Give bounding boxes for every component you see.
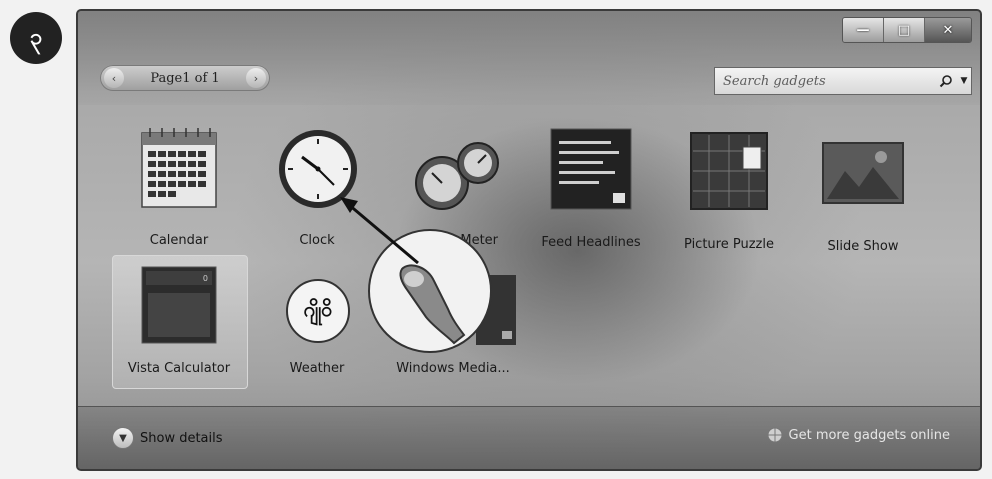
gadget-slide-show[interactable]: Slide Show xyxy=(798,123,928,254)
picture-puzzle-icon xyxy=(690,132,768,210)
get-more-gadgets-link[interactable]: Get more gadgets online xyxy=(767,427,950,443)
close-button[interactable]: ✕ xyxy=(925,18,971,42)
gadget-vista-calculator[interactable]: 0 Vista Calculator xyxy=(114,261,244,391)
show-details-label: Show details xyxy=(140,430,223,446)
get-more-gadgets-label: Get more gadgets online xyxy=(788,427,950,443)
globe-icon xyxy=(767,427,783,443)
gadget-label: Picture Puzzle xyxy=(684,237,774,252)
gadget-label: Vista Calculator xyxy=(127,361,231,376)
gadget-label: Weather xyxy=(289,361,345,376)
window-controls: — □ ✕ xyxy=(842,17,972,43)
gadget-calendar[interactable]: Calendar xyxy=(114,123,244,253)
gadget-label: Feed Headlines xyxy=(541,235,641,250)
vista-calculator-icon: 0 xyxy=(141,266,217,344)
gadget-feed-headlines[interactable]: Feed Headlines xyxy=(526,123,656,253)
search-box: ▼ xyxy=(714,67,972,95)
feed-headlines-icon xyxy=(550,128,632,210)
gadget-label: Calendar xyxy=(149,233,209,248)
minimize-button[interactable]: — xyxy=(843,18,884,42)
slide-show-icon xyxy=(822,142,904,204)
gadget-label: Windows Media... xyxy=(396,361,510,376)
weather-icon: ဂျိုဝိ xyxy=(286,279,350,343)
gadget-picture-puzzle[interactable]: Picture Puzzle xyxy=(664,123,794,253)
prev-page-button[interactable]: ‹ xyxy=(104,68,124,88)
show-details-button[interactable]: ▼ Show details xyxy=(112,427,223,449)
gadget-gallery-window: — □ ✕ ‹ Page1 of 1 › ▼ Calendar xyxy=(76,9,982,471)
gadget-clock[interactable]: Clock xyxy=(252,123,382,253)
page-indicator: Page1 of 1 xyxy=(150,70,220,86)
maximize-button[interactable]: □ xyxy=(884,18,925,42)
step-number-badge: ၃ xyxy=(10,12,62,64)
search-icon[interactable] xyxy=(935,74,957,88)
mouse-hand-magnifier xyxy=(368,229,492,353)
pointing-hand-icon xyxy=(399,264,466,345)
chevron-down-icon: ▼ xyxy=(112,427,134,449)
gadget-label: Slide Show xyxy=(827,239,899,254)
svg-text:0: 0 xyxy=(203,274,208,283)
clock-icon xyxy=(279,130,357,208)
cpu-meter-icon xyxy=(415,142,499,210)
gadget-label: Clock xyxy=(299,233,335,248)
window-footer: ▼ Show details Get more gadgets online xyxy=(78,406,980,469)
search-dropdown-icon[interactable]: ▼ xyxy=(957,76,971,86)
calendar-icon xyxy=(141,128,217,208)
search-gadgets-input[interactable] xyxy=(715,68,935,94)
page-navigator: ‹ Page1 of 1 › xyxy=(100,65,270,91)
next-page-button[interactable]: › xyxy=(246,68,266,88)
